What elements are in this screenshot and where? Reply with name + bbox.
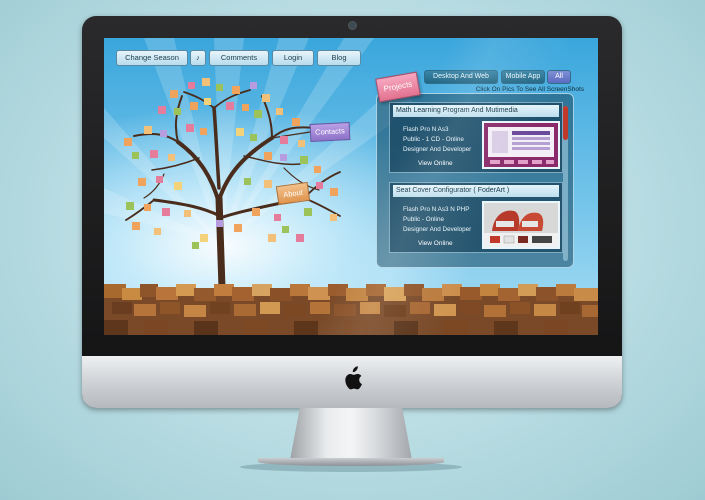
change-season-button[interactable]: Change Season (116, 50, 188, 66)
music-toggle-button[interactable]: ♪ (190, 50, 206, 66)
monitor-stand (290, 408, 412, 460)
screen: Change Season ♪ Comments Login Blog Cont… (104, 38, 598, 335)
project-role: Designer And Developer (403, 146, 472, 153)
contacts-sign[interactable]: Contacts (309, 121, 351, 143)
projects-scrollbar[interactable] (563, 106, 568, 261)
project-tech: Flash Pro N As3 N PHP (403, 206, 470, 213)
project-card[interactable]: Seat Cover Configurator ( FoderArt ) Fla… (389, 182, 563, 253)
project-tech: Flash Pro N As3 (403, 126, 449, 133)
monitor-base (258, 458, 444, 466)
tab-all[interactable]: All (547, 70, 571, 84)
scrollbar-thumb[interactable] (563, 106, 568, 140)
project-title: Math Learning Program And Mutimedia (393, 105, 559, 117)
project-access: Public - 1 CD - Online (403, 136, 464, 143)
project-thumbnail[interactable] (482, 201, 560, 249)
view-online-link[interactable]: View Online (418, 240, 453, 247)
seat-configurator-screenshot (484, 203, 558, 247)
project-thumbnail[interactable] (482, 121, 560, 169)
webcam (348, 21, 357, 30)
blog-button[interactable]: Blog (317, 50, 361, 66)
comments-button[interactable]: Comments (209, 50, 269, 66)
projects-panel: Math Learning Program And Mutimedia Flas… (376, 93, 574, 268)
math-program-screenshot (484, 123, 558, 167)
tab-mobile-app[interactable]: Mobile App (501, 70, 545, 84)
tab-desktop-web[interactable]: Desktop And Web (424, 70, 498, 84)
view-online-link[interactable]: View Online (418, 160, 453, 167)
project-card[interactable]: Math Learning Program And Mutimedia Flas… (389, 102, 563, 173)
login-button[interactable]: Login (272, 50, 314, 66)
screenshot-hint: Click On Pics To See All ScreenShots (475, 86, 584, 93)
project-title: Seat Cover Configurator ( FoderArt ) (393, 185, 559, 197)
project-access: Public - Online (403, 216, 444, 223)
apple-logo (345, 366, 362, 390)
leaf-ground (104, 284, 598, 335)
project-role: Designer And Developer (403, 226, 472, 233)
